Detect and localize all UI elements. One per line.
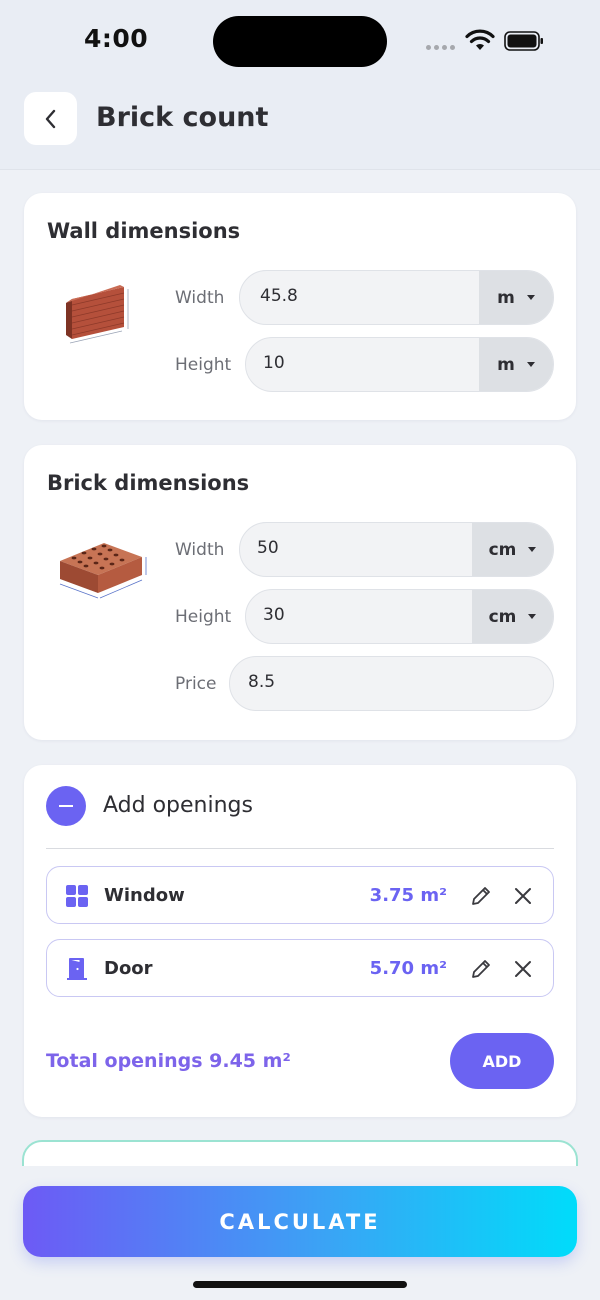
opening-row-window[interactable]: Window 3.75 m² <box>46 866 554 924</box>
wall-width-unit-select[interactable]: m <box>479 271 553 324</box>
dynamic-island <box>213 16 387 67</box>
brick-width-unit-label: cm <box>488 539 517 560</box>
battery-icon <box>504 31 543 51</box>
home-indicator <box>193 1281 407 1288</box>
wall-height-value: 10 <box>263 353 285 373</box>
brick-height-unit-label: cm <box>488 606 517 627</box>
wall-width-value: 45.8 <box>260 286 298 306</box>
opening-name: Door <box>104 958 153 979</box>
wall-dimensions-card: Wall dimensions Width 45.8 m Height 10 m <box>24 193 576 420</box>
openings-title: Add openings <box>103 793 253 818</box>
brick-width-unit-select[interactable]: cm <box>472 523 553 576</box>
close-icon[interactable] <box>513 886 533 906</box>
cellular-signal-icon <box>426 45 455 50</box>
chevron-left-icon <box>45 109 55 128</box>
total-openings: Total openings 9.45 m² <box>46 1050 291 1072</box>
opening-area: 5.70 m² <box>369 958 447 979</box>
brick-illustration-icon <box>59 543 147 599</box>
brick-width-label: Width <box>175 540 225 560</box>
brick-price-label: Price <box>175 674 217 694</box>
close-icon[interactable] <box>513 959 533 979</box>
chevron-down-icon <box>528 614 537 619</box>
brick-height-value: 30 <box>263 605 285 625</box>
back-button[interactable] <box>24 92 77 145</box>
wall-height-unit-label: m <box>497 354 515 375</box>
wall-width-input[interactable]: 45.8 m <box>239 270 554 325</box>
wall-width-unit-label: m <box>497 287 515 308</box>
chevron-down-icon <box>526 295 535 300</box>
brick-price-input[interactable]: 8.5 <box>229 656 554 711</box>
page-title: Brick count <box>96 102 269 133</box>
edit-icon[interactable] <box>469 957 493 981</box>
brick-height-label: Height <box>175 607 232 627</box>
divider <box>46 848 554 849</box>
status-bar: 4:00 <box>0 0 600 84</box>
edit-icon[interactable] <box>469 884 493 908</box>
brick-wall-illustration-icon <box>66 285 129 344</box>
wall-height-input[interactable]: 10 m <box>245 337 554 392</box>
brick-price-value: 8.5 <box>248 672 276 692</box>
window-icon <box>66 885 88 907</box>
brick-height-input[interactable]: 30 cm <box>245 589 554 644</box>
door-icon <box>67 958 87 980</box>
chevron-down-icon <box>526 362 535 367</box>
wall-height-label: Height <box>175 355 232 375</box>
wall-height-unit-select[interactable]: m <box>479 338 553 391</box>
opening-row-door[interactable]: Door 5.70 m² <box>46 939 554 997</box>
wall-dimensions-title: Wall dimensions <box>47 219 241 243</box>
brick-dimensions-title: Brick dimensions <box>47 471 250 495</box>
wall-width-label: Width <box>175 288 225 308</box>
brick-width-value: 50 <box>257 538 279 558</box>
brick-height-unit-select[interactable]: cm <box>472 590 553 643</box>
calculate-button[interactable]: CALCULATE <box>23 1186 577 1257</box>
opening-area: 3.75 m² <box>369 885 447 906</box>
opening-name: Window <box>104 885 185 906</box>
minus-icon <box>59 805 73 807</box>
openings-card: Add openings Window 3.75 m² Door 5.70 m² <box>24 765 576 1117</box>
collapse-openings-button[interactable] <box>46 786 86 826</box>
chevron-down-icon <box>528 547 537 552</box>
brick-dimensions-card: Brick dimensions Width 50 cm Height 30 c… <box>24 445 576 740</box>
brick-width-input[interactable]: 50 cm <box>239 522 554 577</box>
status-time: 4:00 <box>84 24 149 53</box>
wifi-icon <box>465 29 495 50</box>
add-opening-button[interactable]: ADD <box>450 1033 554 1089</box>
header: Brick count <box>0 84 600 170</box>
